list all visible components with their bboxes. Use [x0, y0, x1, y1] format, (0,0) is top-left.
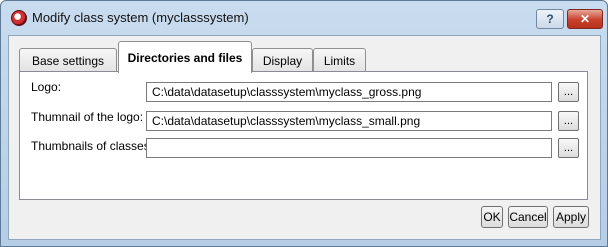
tab-base-settings[interactable]: Base settings: [19, 48, 117, 73]
close-button[interactable]: ✕: [567, 9, 603, 29]
ok-button[interactable]: OK: [481, 206, 503, 228]
logo-thumbnail-browse-button[interactable]: ...: [558, 111, 579, 131]
cancel-button[interactable]: Cancel: [508, 206, 548, 228]
dialog-client-area: Base settings Directories and files Disp…: [8, 35, 601, 240]
logo-thumbnail-path-field[interactable]: C:\data\datasetup\classsystem\myclass_sm…: [146, 111, 552, 131]
help-button[interactable]: ?: [536, 9, 564, 29]
tab-directories-and-files[interactable]: Directories and files: [118, 41, 252, 73]
logo-label: Logo:: [31, 80, 62, 94]
logo-thumbnail-label: Thumnail of the logo:: [31, 110, 144, 124]
apply-button[interactable]: Apply: [553, 206, 589, 228]
window-title: Modify class system (myclasssystem): [32, 10, 249, 25]
class-thumbnails-path-field[interactable]: [146, 138, 552, 158]
class-thumbnails-browse-button[interactable]: ...: [558, 138, 579, 158]
class-thumbnails-label: Thumbnails of classes:: [31, 139, 154, 153]
title-bar[interactable]: Modify class system (myclasssystem) ? ✕: [1, 1, 607, 35]
tab-panel-directories: Logo: C:\data\datasetup\classsystem\mycl…: [19, 71, 588, 200]
tab-limits[interactable]: Limits: [313, 48, 366, 73]
tab-display[interactable]: Display: [252, 48, 313, 73]
logo-browse-button[interactable]: ...: [558, 82, 579, 102]
app-icon: [11, 10, 27, 26]
dialog-window: Modify class system (myclasssystem) ? ✕ …: [0, 0, 608, 247]
logo-path-field[interactable]: C:\data\datasetup\classsystem\myclass_gr…: [146, 82, 552, 102]
